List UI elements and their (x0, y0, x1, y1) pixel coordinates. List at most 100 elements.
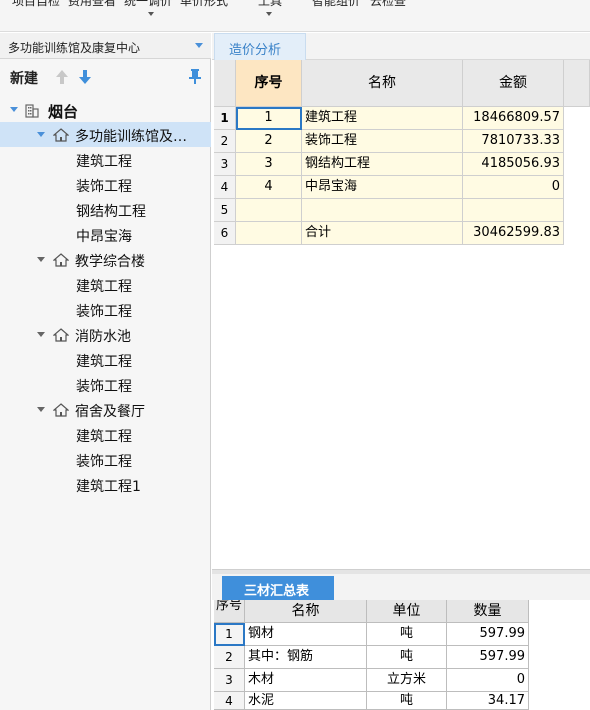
row-number[interactable]: 3 (214, 153, 236, 176)
cell-name[interactable]: 其中：钢筋 (245, 646, 367, 669)
new-button[interactable]: 新建 (10, 68, 38, 88)
cell-quantity[interactable]: 597.99 (447, 646, 529, 669)
cell-unit[interactable]: 吨 (367, 692, 447, 710)
cloud-check-button[interactable]: 云检查 (370, 0, 406, 9)
cell-name[interactable]: 中昂宝海 (302, 176, 463, 199)
tab-cost-analysis[interactable]: 造价分析 (214, 33, 306, 60)
tree-leaf-label: 钢结构工程 (76, 204, 146, 220)
cell-amount[interactable] (463, 199, 564, 222)
cell-amount[interactable]: 7810733.33 (463, 130, 564, 153)
chevron-down-icon[interactable] (37, 332, 45, 337)
unit-price-form-button[interactable]: 单价形式 (180, 0, 228, 9)
pin-icon[interactable] (188, 68, 202, 84)
tools-button[interactable]: 工具 (258, 0, 282, 9)
cell-name[interactable]: 钢结构工程 (302, 153, 463, 176)
column-header-extra[interactable] (564, 60, 590, 107)
cell-amount[interactable]: 0 (463, 176, 564, 199)
cell-name[interactable]: 木材 (245, 669, 367, 692)
cell-unit[interactable]: 立方米 (367, 669, 447, 692)
tree-node-unit[interactable]: 消防水池 (0, 322, 211, 347)
row-number[interactable]: 1 (214, 623, 245, 646)
column-header-name[interactable]: 名称 (302, 60, 463, 107)
tab-label: 三材汇总表 (244, 584, 310, 599)
cell-seq[interactable]: 3 (236, 153, 302, 176)
cell-quantity[interactable]: 34.17 (447, 692, 529, 710)
cell-amount[interactable]: 18466809.57 (463, 107, 564, 130)
row-number[interactable]: 4 (214, 176, 236, 199)
cell-name[interactable]: 合计 (302, 222, 463, 245)
row-number[interactable]: 1 (214, 107, 236, 130)
home-icon (53, 403, 69, 417)
column-header-amount[interactable]: 金额 (463, 60, 564, 107)
chevron-down-icon[interactable] (195, 43, 203, 48)
column-header-seq[interactable]: 序号 (214, 600, 245, 623)
unified-price-adjust-button[interactable]: 统一调价 (124, 0, 172, 9)
cell-amount[interactable]: 30462599.83 (463, 222, 564, 245)
chevron-down-icon[interactable] (148, 12, 154, 16)
row-number[interactable]: 3 (214, 669, 245, 692)
bottom-tabbar: 三材汇总表 (212, 574, 590, 600)
tree-leaf-label: 装饰工程 (76, 379, 132, 395)
fee-view-button[interactable]: 费用查看 (68, 0, 116, 9)
row-number[interactable]: 2 (214, 646, 245, 669)
cell-seq[interactable]: 4 (236, 176, 302, 199)
tree-leaf[interactable]: 装饰工程 (0, 297, 211, 322)
cell-seq[interactable]: 1 (236, 107, 302, 130)
cell-seq[interactable] (236, 222, 302, 245)
column-header-name[interactable]: 名称 (245, 600, 367, 623)
cell-name[interactable]: 装饰工程 (302, 130, 463, 153)
building-icon (25, 104, 39, 118)
project-select[interactable]: 多功能训练馆及康复中心 (0, 33, 211, 59)
tree-leaf[interactable]: 中昂宝海 (0, 222, 211, 247)
chevron-down-icon[interactable] (266, 12, 272, 16)
row-number[interactable]: 5 (214, 199, 236, 222)
tree-node-unit[interactable]: 多功能训练馆及… (0, 122, 211, 147)
tree-leaf[interactable]: 建筑工程 (0, 147, 211, 172)
smart-pricing-button[interactable]: 智能组价 (312, 0, 360, 9)
cell-seq[interactable]: 2 (236, 130, 302, 153)
row-number[interactable]: 2 (214, 130, 236, 153)
column-header-seq[interactable]: 序号 (236, 60, 302, 107)
cell-name[interactable]: 钢材 (245, 623, 367, 646)
cell-name[interactable]: 水泥 (245, 692, 367, 710)
tab-materials-summary[interactable]: 三材汇总表 (222, 576, 334, 600)
cell-unit[interactable]: 吨 (367, 623, 447, 646)
cell-quantity[interactable]: 597.99 (447, 623, 529, 646)
tree-node-root[interactable]: 烟台 (0, 97, 211, 122)
tree-leaf[interactable]: 装饰工程 (0, 172, 211, 197)
cell-unit[interactable]: 吨 (367, 646, 447, 669)
tree-leaf-label: 建筑工程1 (76, 479, 141, 495)
tree-leaf[interactable]: 装饰工程 (0, 372, 211, 397)
corner-cell (214, 60, 236, 107)
row-number[interactable]: 4 (214, 692, 245, 710)
row-number[interactable]: 6 (214, 222, 236, 245)
tree-leaf-label: 装饰工程 (76, 454, 132, 470)
cell-name[interactable]: 建筑工程 (302, 107, 463, 130)
tree-leaf[interactable]: 建筑工程1 (0, 472, 211, 497)
chevron-down-icon[interactable] (37, 132, 45, 137)
cell-seq[interactable] (236, 199, 302, 222)
tree-leaf[interactable]: 建筑工程 (0, 272, 211, 297)
tree-leaf-label: 装饰工程 (76, 179, 132, 195)
tree-leaf[interactable]: 装饰工程 (0, 447, 211, 472)
cell-name[interactable] (302, 199, 463, 222)
chevron-down-icon[interactable] (37, 407, 45, 412)
project-check-button[interactable]: 项目自检 (12, 0, 60, 9)
tree-node-unit[interactable]: 宿舍及餐厅 (0, 397, 211, 422)
tree-leaf-label: 中昂宝海 (76, 229, 132, 245)
move-up-icon[interactable] (55, 69, 69, 85)
move-down-icon[interactable] (78, 69, 92, 85)
cell-amount[interactable]: 4185056.93 (463, 153, 564, 176)
tree-node-unit[interactable]: 教学综合楼 (0, 247, 211, 272)
cell-quantity[interactable]: 0 (447, 669, 529, 692)
column-header-unit[interactable]: 单位 (367, 600, 447, 623)
project-tree-panel: 多功能训练馆及康复中心 新建 烟台 多功能训练馆及… 建筑工程 装饰工程 钢结构… (0, 33, 211, 710)
tree-leaf[interactable]: 钢结构工程 (0, 197, 211, 222)
column-header-quantity[interactable]: 数量 (447, 600, 529, 623)
chevron-down-icon[interactable] (37, 257, 45, 262)
chevron-down-icon[interactable] (10, 107, 18, 112)
top-toolbar: 项目自检 费用查看 统一调价 单价形式 工具 智能组价 云检查 (0, 0, 590, 32)
tree-leaf-label: 建筑工程 (76, 354, 132, 370)
tree-leaf[interactable]: 建筑工程 (0, 422, 211, 447)
tree-leaf[interactable]: 建筑工程 (0, 347, 211, 372)
